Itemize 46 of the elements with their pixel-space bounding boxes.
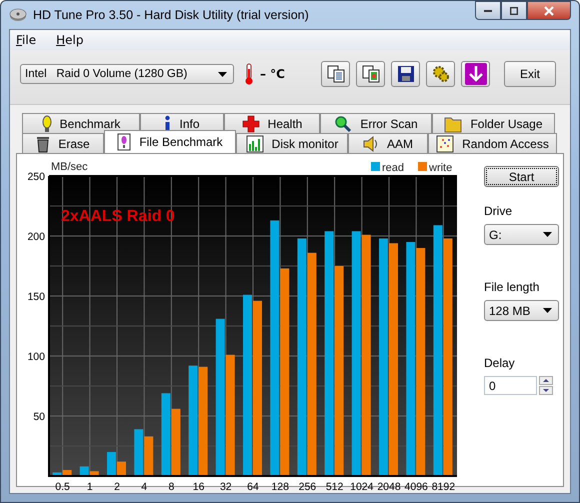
axis-label: 2: [114, 481, 120, 493]
axis-label: 250: [27, 171, 45, 183]
axis-label: 200: [27, 231, 45, 243]
tab[interactable]: Random Access: [428, 133, 557, 153]
axis-label: 1: [86, 481, 93, 493]
axis-label: 8: [168, 481, 174, 493]
axis-label: 150: [27, 291, 45, 303]
drive-dropdown[interactable]: G:: [484, 224, 559, 245]
tab[interactable]: Folder Usage: [432, 113, 555, 133]
tab[interactable]: Erase: [22, 133, 104, 153]
drive-dropdown[interactable]: Intel Raid 0 Volume (1280 GB): [20, 64, 234, 84]
axis-label: 128: [271, 481, 289, 493]
tab[interactable]: Health: [224, 113, 320, 133]
temperature-reading: – °C: [260, 67, 285, 81]
tab[interactable]: Disk monitor: [236, 133, 348, 153]
delay-field[interactable]: 0: [484, 376, 537, 395]
file-length-label: File length: [484, 280, 540, 294]
tab[interactable]: AAM: [348, 133, 428, 153]
axis-label: 4: [141, 481, 148, 493]
axis-label: 50: [33, 411, 45, 423]
drive-label: Drive: [484, 204, 514, 218]
axis-label: 8192: [432, 481, 456, 493]
tab[interactable]: File Benchmark: [104, 130, 236, 153]
axis-label: 64: [247, 481, 259, 493]
axis-label: 1024: [350, 481, 374, 493]
legend-label: write: [429, 162, 452, 174]
delay-label: Delay: [484, 356, 516, 370]
axis-label: 256: [298, 481, 316, 493]
chart-annotation: 2xAALS Raid 0: [61, 208, 175, 225]
tab[interactable]: Benchmark: [22, 113, 140, 133]
axis-label: 2048: [377, 481, 401, 493]
axis-title: MB/sec: [51, 161, 88, 173]
file-length-dropdown[interactable]: 128 MB: [484, 300, 559, 321]
tab[interactable]: Error Scan: [320, 113, 432, 133]
menu-item[interactable]: Help: [56, 33, 84, 47]
axis-label: 4096: [404, 481, 428, 493]
axis-label: 512: [326, 481, 344, 493]
exit-button[interactable]: Exit: [504, 61, 556, 87]
window-title: HD Tune Pro 3.50 - Hard Disk Utility (trial version): [33, 8, 310, 22]
axis-label: 32: [220, 481, 232, 493]
start-button[interactable]: Start: [484, 166, 559, 187]
axis-label: 0.5: [55, 481, 70, 493]
axis-label: 16: [192, 481, 204, 493]
legend-label: read: [382, 162, 404, 174]
menu-item[interactable]: File: [16, 33, 36, 47]
axis-label: 100: [27, 351, 45, 363]
